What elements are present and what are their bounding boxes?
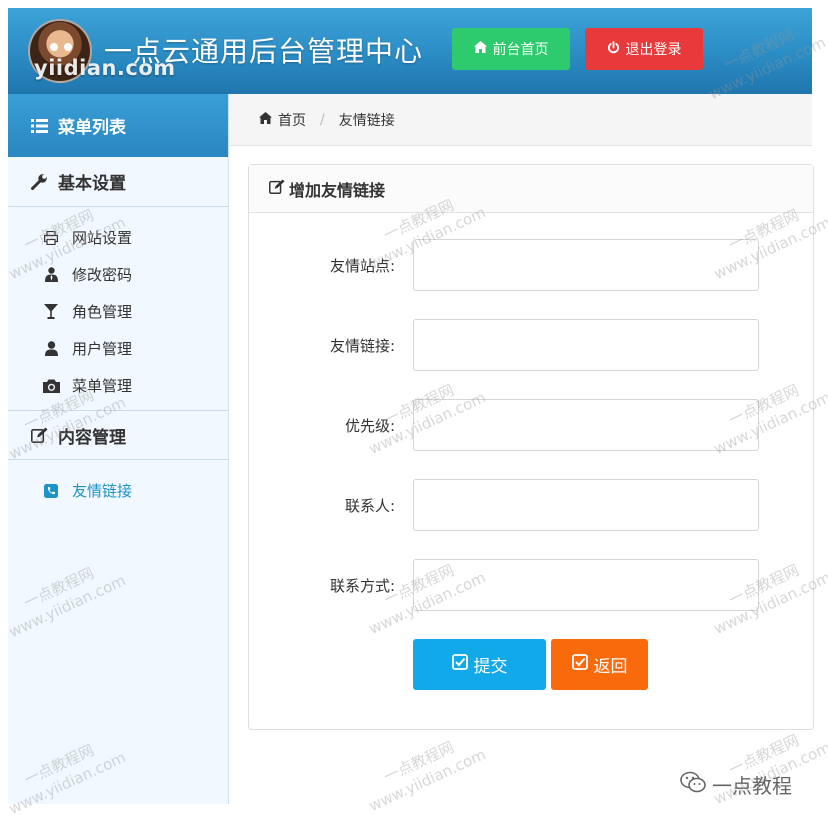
- priority-input[interactable]: [413, 399, 759, 451]
- sidebar-sublist-content: 友情链接: [8, 460, 228, 515]
- sidebar-item-label: 友情链接: [72, 482, 133, 500]
- field-label: 优先级:: [344, 417, 395, 435]
- breadcrumb-separator: /: [320, 111, 325, 128]
- breadcrumb: 首页 / 友情链接: [229, 94, 812, 146]
- submit-button[interactable]: 提交: [413, 639, 546, 690]
- submit-button-label: 提交: [473, 657, 508, 677]
- wechat-icon: [680, 771, 706, 798]
- form-row-priority: 优先级:: [249, 399, 813, 451]
- top-header: yiidian.com 一点云通用后台管理中心 前台首页 退出登录: [8, 8, 812, 94]
- sidebar-group-content-management[interactable]: 内容管理: [8, 410, 228, 460]
- sidebar-group-basic-settings[interactable]: 基本设置: [8, 157, 228, 207]
- list-icon: [30, 117, 48, 135]
- site-title: 一点云通用后台管理中心: [104, 35, 424, 68]
- sidebar-item-label: 网站设置: [72, 229, 133, 247]
- form-row-friend-link: 友情链接:: [249, 319, 813, 371]
- sidebar: 菜单列表 基本设置 网站设置 修改密码 角色管理 用户管理 菜单管理 内容管理 …: [8, 94, 229, 804]
- sidebar-menu-title: 菜单列表: [58, 118, 126, 138]
- wrench-icon: [30, 173, 48, 191]
- sidebar-item-label: 菜单管理: [72, 377, 133, 395]
- panel-header: 增加友情链接: [249, 165, 813, 213]
- check-square-icon: [571, 654, 588, 675]
- sidebar-menu-header: 菜单列表: [8, 94, 228, 157]
- user-tie-icon: [42, 266, 60, 284]
- sidebar-group-label: 内容管理: [58, 427, 126, 448]
- home-button-label: 前台首页: [492, 42, 549, 58]
- check-square-icon: [451, 654, 468, 675]
- sidebar-item-label: 修改密码: [72, 266, 133, 284]
- sidebar-item-role-management[interactable]: 角色管理: [8, 293, 228, 330]
- field-label: 友情站点:: [329, 257, 395, 275]
- brand-mark-text: 一点教程: [712, 774, 792, 798]
- form-row-contact-method: 联系方式:: [249, 559, 813, 611]
- sidebar-item-label: 角色管理: [72, 303, 133, 321]
- form-row-contact-person: 联系人:: [249, 479, 813, 531]
- sidebar-sublist-basic: 网站设置 修改密码 角色管理 用户管理 菜单管理: [8, 207, 228, 410]
- brand-mark: 一点教程: [680, 770, 792, 799]
- power-icon: [607, 40, 620, 58]
- edit-icon: [30, 426, 48, 444]
- panel-title: 增加友情链接: [289, 180, 386, 200]
- print-icon: [42, 229, 60, 247]
- glass-icon: [42, 303, 60, 321]
- sidebar-item-site-settings[interactable]: 网站设置: [8, 219, 228, 256]
- watermark: 一点教程网 www.yiidian.com: [365, 737, 489, 815]
- sidebar-item-label: 用户管理: [72, 340, 133, 358]
- sidebar-item-menu-management[interactable]: 菜单管理: [8, 367, 228, 404]
- camera-icon: [42, 377, 60, 395]
- field-label: 联系方式:: [329, 577, 395, 595]
- field-label: 友情链接:: [329, 337, 395, 355]
- breadcrumb-current: 友情链接: [338, 112, 395, 129]
- form-row-friend-site: 友情站点:: [249, 239, 813, 291]
- back-button-label: 返回: [593, 657, 628, 677]
- field-label: 联系人:: [344, 497, 395, 515]
- home-icon: [259, 111, 272, 128]
- back-button[interactable]: 返回: [551, 639, 648, 690]
- home-icon: [473, 41, 487, 57]
- frontend-home-button[interactable]: 前台首页: [452, 28, 570, 70]
- sidebar-item-user-management[interactable]: 用户管理: [8, 330, 228, 367]
- contact-person-input[interactable]: [413, 479, 759, 531]
- contact-method-input[interactable]: [413, 559, 759, 611]
- sidebar-item-friend-links[interactable]: 友情链接: [8, 472, 228, 509]
- logout-button[interactable]: 退出登录: [585, 28, 703, 70]
- add-friend-link-panel: 增加友情链接 友情站点: 友情链接: 优先级: 联系人: 联系方式: 提交 返回: [248, 164, 814, 730]
- friend-site-input[interactable]: [413, 239, 759, 291]
- sidebar-item-change-password[interactable]: 修改密码: [8, 256, 228, 293]
- breadcrumb-home-link[interactable]: 首页: [278, 110, 306, 130]
- sidebar-group-label: 基本设置: [58, 174, 126, 194]
- logout-button-label: 退出登录: [625, 42, 682, 58]
- user-icon: [42, 340, 60, 358]
- phone-square-icon: [42, 482, 60, 500]
- edit-icon: [269, 179, 285, 198]
- friend-link-input[interactable]: [413, 319, 759, 371]
